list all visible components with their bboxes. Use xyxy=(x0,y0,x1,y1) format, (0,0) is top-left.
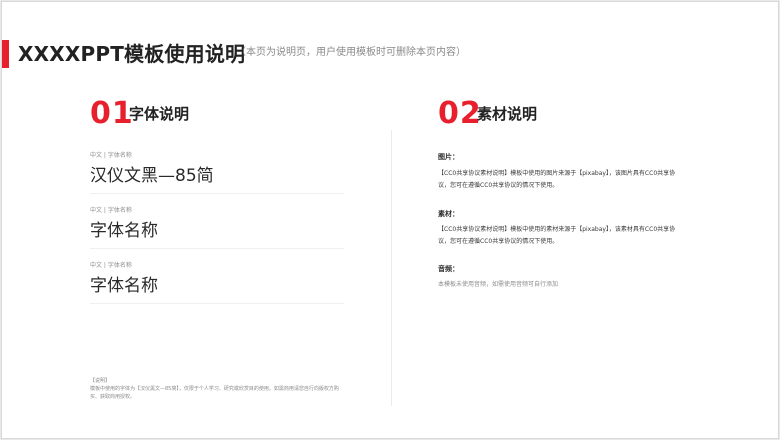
section-number-font: 01 xyxy=(90,96,134,131)
section-number-material: 02 xyxy=(438,96,482,131)
material-heading-images: 图片： xyxy=(438,153,459,161)
font-divider xyxy=(90,248,344,249)
page-subtitle-note: （本页为说明页，用户使用模板时可删除本页内容） xyxy=(236,47,466,58)
material-text-images: 【CC0共享协议素材说明】模板中使用的图片来源于【pixabay】，该图片具有C… xyxy=(438,170,676,189)
font-caption: 中文 | 字体名称 xyxy=(90,152,132,159)
font-name: 汉仪文黑—85简 xyxy=(90,166,214,186)
slide: XXXXPPT模板使用说明 （本页为说明页，用户使用模板时可删除本页内容） 01… xyxy=(1,1,779,439)
section-title-font: 字体说明 xyxy=(129,105,190,123)
font-item: 中文 | 字体名称 字体名称 xyxy=(90,262,344,304)
material-heading-assets: 素材： xyxy=(438,210,459,218)
font-divider xyxy=(90,193,344,194)
material-heading-audio: 音频： xyxy=(438,265,459,273)
font-divider xyxy=(90,303,344,304)
page-title: XXXXPPT模板使用说明 xyxy=(18,42,246,66)
font-name: 字体名称 xyxy=(90,221,158,241)
material-text-assets: 【CC0共享协议素材说明】模板中使用的素材来源于【pixabay】，该素材具有C… xyxy=(438,226,676,245)
column-divider xyxy=(391,130,392,406)
font-caption: 中文 | 字体名称 xyxy=(90,207,132,214)
font-item: 中文 | 字体名称 字体名称 xyxy=(90,207,344,249)
title-accent-bar xyxy=(2,40,9,68)
note-text: 模板中使用的字体为【汉仪黑文—85简】，仅限于个人学习、研究或欣赏目的使用。如需… xyxy=(90,386,339,400)
font-caption: 中文 | 字体名称 xyxy=(90,262,132,269)
font-usage-note: 【说明】 模板中使用的字体为【汉仪黑文—85简】，仅限于个人学习、研究或欣赏目的… xyxy=(90,377,346,401)
font-name: 字体名称 xyxy=(90,276,158,296)
note-label: 【说明】 xyxy=(90,378,111,384)
section-title-material: 素材说明 xyxy=(477,105,538,123)
material-text-audio: 本模板未使用音频，如需使用音频可自行添加 xyxy=(438,281,559,288)
font-item: 中文 | 字体名称 汉仪文黑—85简 xyxy=(90,152,344,194)
